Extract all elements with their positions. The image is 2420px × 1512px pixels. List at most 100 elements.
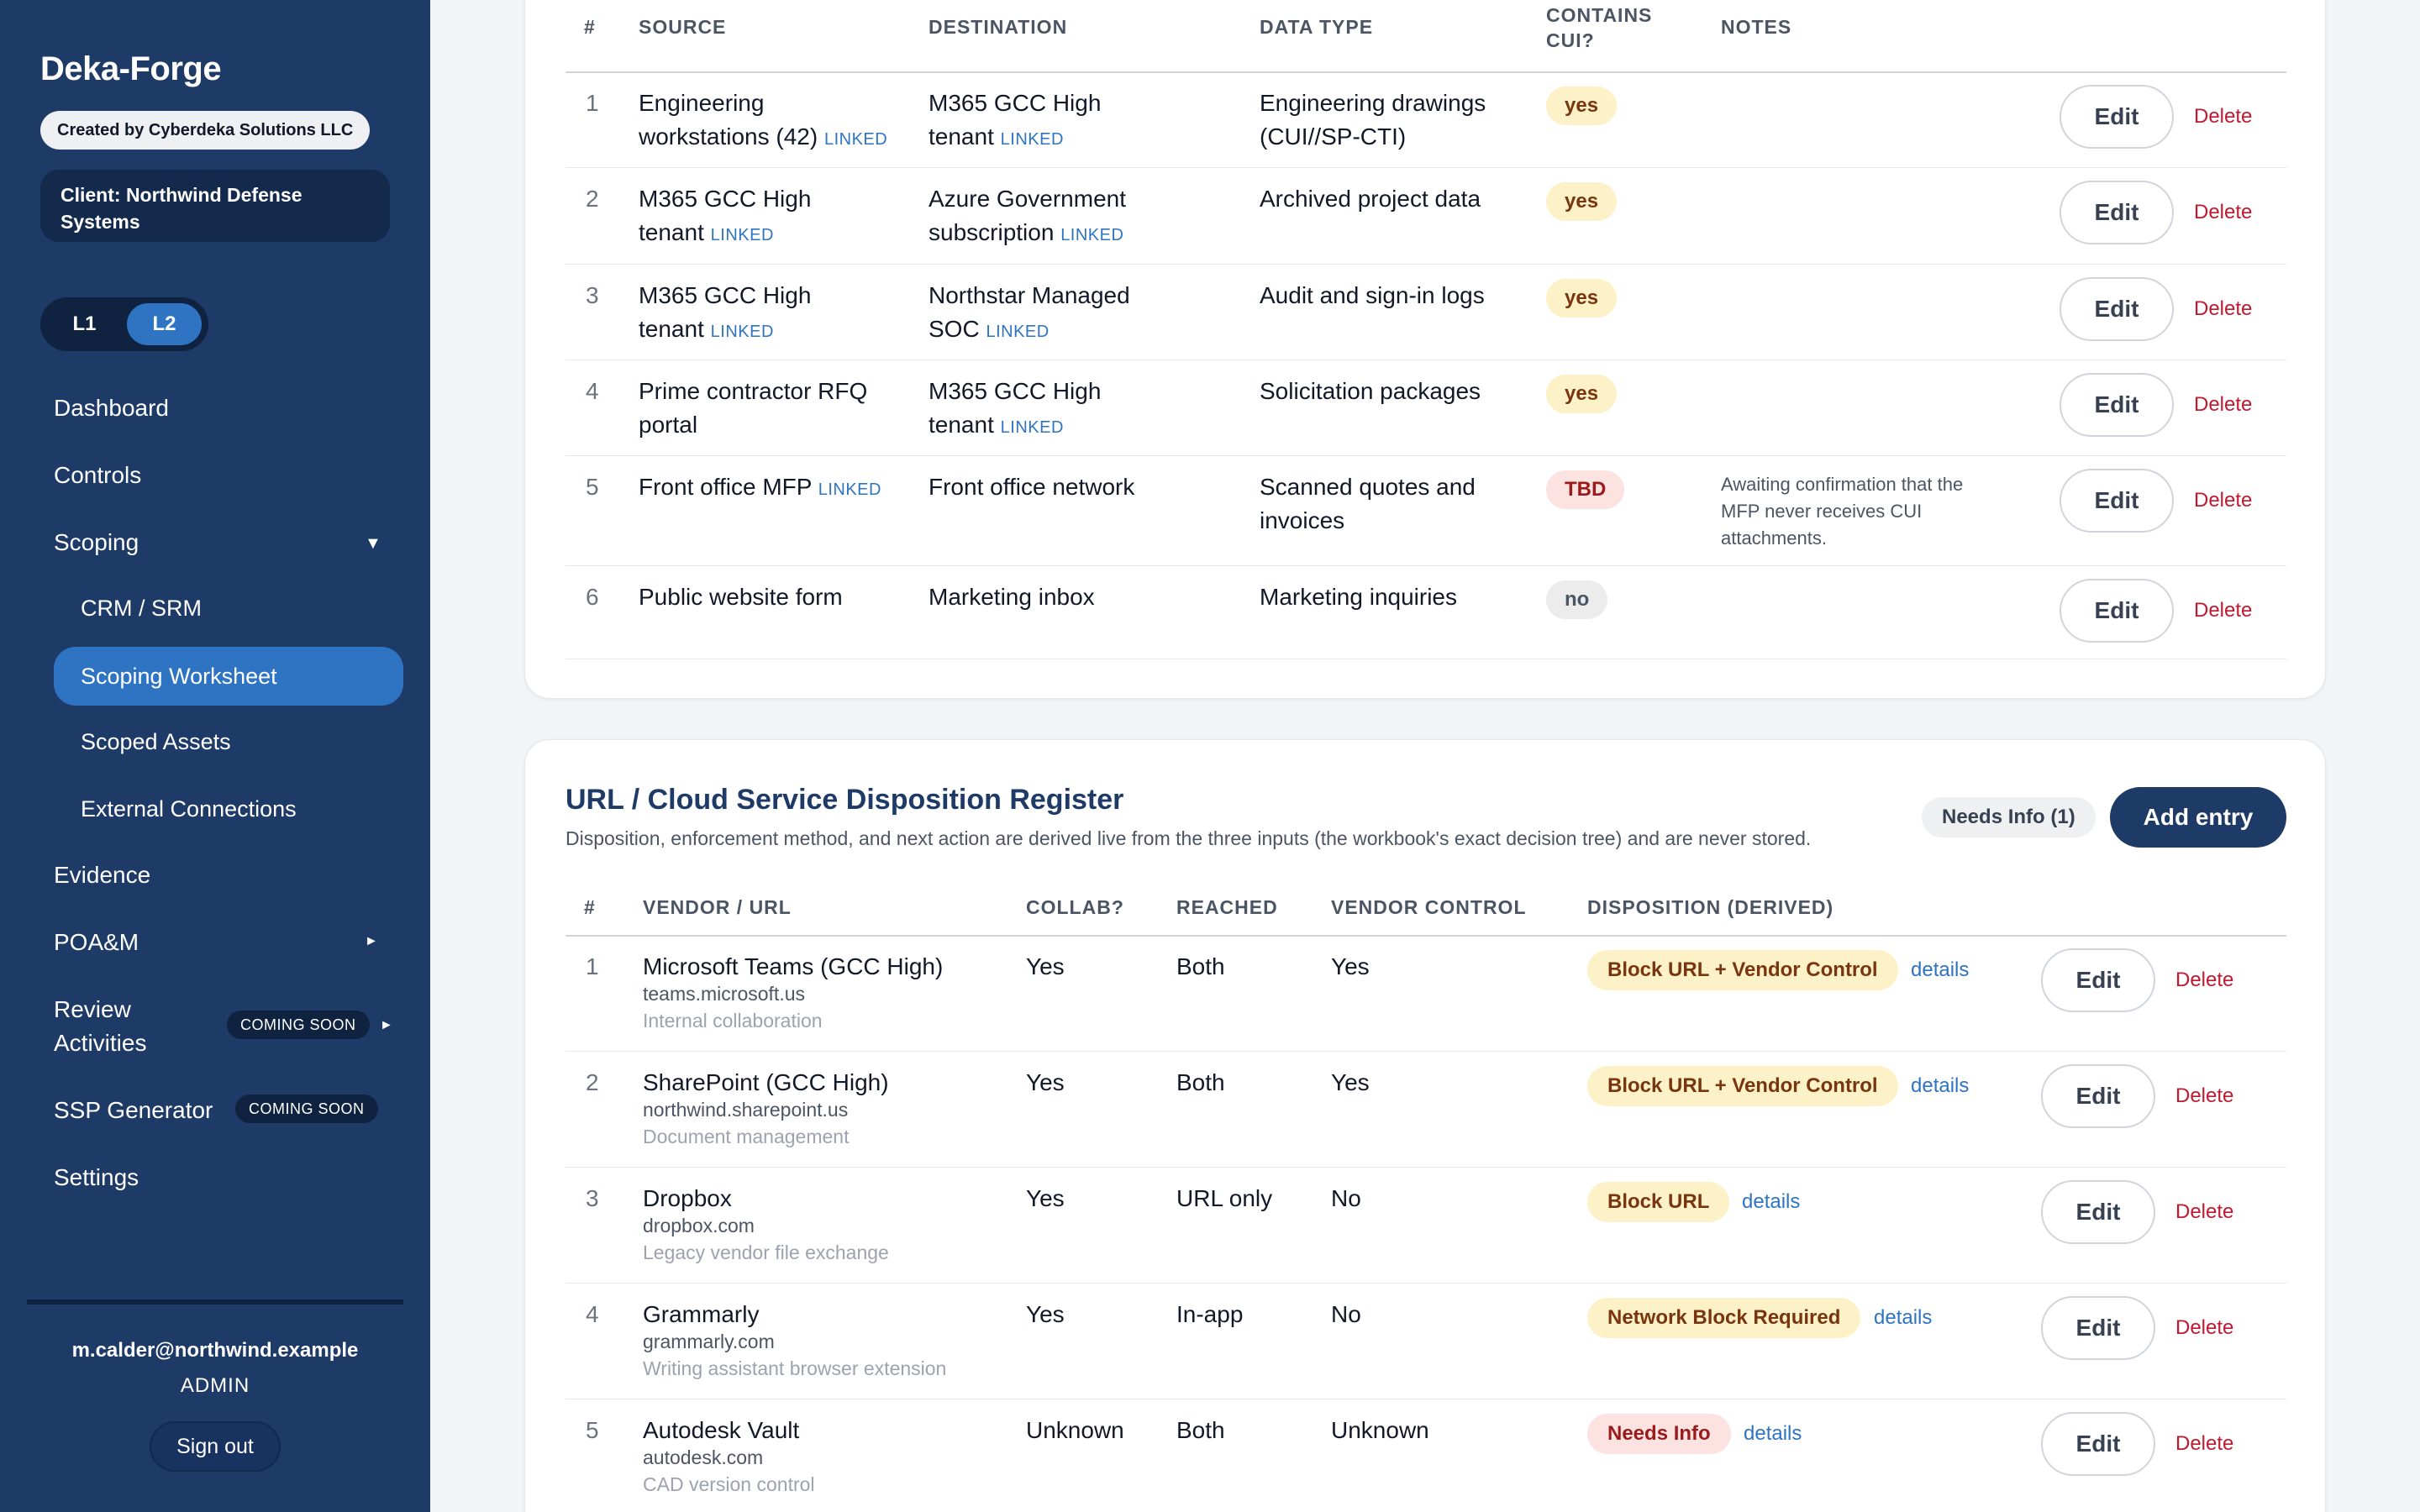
edit-button[interactable]: Edit xyxy=(2060,181,2174,244)
edit-button[interactable]: Edit xyxy=(2041,1064,2155,1128)
flow-source-line1: Engineering xyxy=(639,90,765,116)
vendor-name: SharePoint (GCC High) xyxy=(643,1069,889,1095)
nav-crm-srm[interactable]: CRM / SRM xyxy=(81,591,202,625)
linked-tag: LINKED xyxy=(1060,226,1124,244)
edit-button[interactable]: Edit xyxy=(2041,948,2155,1012)
col-header-notes: NOTES xyxy=(1721,16,1792,38)
cui-status-badge: no xyxy=(1546,580,1608,619)
col-header-vendor-control: VENDOR CONTROL xyxy=(1331,896,1527,918)
nav-settings[interactable]: Settings xyxy=(54,1161,139,1194)
flow-data-type-line1: Scanned quotes and xyxy=(1260,474,1476,500)
nav-dashboard[interactable]: Dashboard xyxy=(54,391,169,425)
delete-button[interactable]: Delete xyxy=(2175,1084,2233,1109)
disposition-badge: Needs Info xyxy=(1587,1414,1731,1454)
flow-destination: Marketing inbox xyxy=(929,584,1095,610)
sidebar-divider xyxy=(27,1299,403,1305)
nav-poam[interactable]: POA&M xyxy=(54,926,139,959)
details-link[interactable]: details xyxy=(1742,1182,1800,1222)
delete-button[interactable]: Delete xyxy=(2194,297,2252,322)
details-link[interactable]: details xyxy=(1911,1066,1969,1106)
add-entry-button[interactable]: Add entry xyxy=(2110,787,2286,848)
level-l2-button[interactable]: L2 xyxy=(127,303,202,345)
delete-button[interactable]: Delete xyxy=(2175,1431,2233,1457)
flow-destination: Azure Government subscription LINKED xyxy=(929,182,1126,252)
collab-value: Yes xyxy=(1026,1069,1065,1095)
nav-scoped-assets[interactable]: Scoped Assets xyxy=(81,725,231,759)
flow-destination-line2: subscription LINKED xyxy=(929,216,1126,252)
details-link[interactable]: details xyxy=(1744,1414,1802,1454)
linked-tag: LINKED xyxy=(1000,418,1064,437)
details-link[interactable]: details xyxy=(1911,950,1969,990)
client-selector[interactable]: Client: Northwind Defense Systems xyxy=(40,170,390,242)
vendor-description: Internal collaboration xyxy=(643,1010,823,1032)
flow-destination-line1: M365 GCC High xyxy=(929,378,1102,404)
flow-note: Awaiting confirmation that the MFP never… xyxy=(1721,471,1963,552)
nav-controls[interactable]: Controls xyxy=(54,459,141,492)
edit-button[interactable]: Edit xyxy=(2060,85,2174,149)
needs-info-filter[interactable]: Needs Info (1) xyxy=(1922,797,2096,837)
sidebar: Deka-Forge Created by Cyberdeka Solution… xyxy=(0,0,430,1512)
nav-external-connections[interactable]: External Connections xyxy=(81,792,297,826)
nav-ssp-generator[interactable]: SSP Generator xyxy=(54,1094,213,1127)
delete-button[interactable]: Delete xyxy=(2175,1200,2233,1225)
flow-data-type-line2: (CUI//SP-CTI) xyxy=(1260,123,1407,150)
flow-data-type-line2: invoices xyxy=(1260,507,1345,533)
nav-evidence[interactable]: Evidence xyxy=(54,858,150,892)
level-l1-button[interactable]: L1 xyxy=(47,303,122,345)
linked-tag: LINKED xyxy=(1000,130,1064,149)
nav-scoping-worksheet[interactable]: Scoping Worksheet xyxy=(54,647,403,706)
vendor-description: CAD version control xyxy=(643,1473,815,1495)
vendor-url: northwind.sharepoint.us xyxy=(643,1099,849,1121)
sign-out-button[interactable]: Sign out xyxy=(150,1421,281,1472)
flow-destination-line1: M365 GCC High xyxy=(929,90,1102,116)
delete-button[interactable]: Delete xyxy=(2194,488,2252,513)
delete-button[interactable]: Delete xyxy=(2194,598,2252,623)
flow-source-line1: Prime contractor RFQ xyxy=(639,378,868,404)
nav-review-activities[interactable]: Review Activities xyxy=(54,993,146,1060)
linked-tag: LINKED xyxy=(710,226,774,244)
collab-value: Yes xyxy=(1026,1301,1065,1327)
chevron-right-icon[interactable]: ► xyxy=(380,1018,393,1033)
flow-source-text: tenant xyxy=(639,219,704,245)
nav-scoping[interactable]: Scoping xyxy=(54,526,139,559)
flow-source: Public website form xyxy=(639,584,843,610)
chevron-right-icon[interactable]: ► xyxy=(365,934,378,949)
vendor-description: Document management xyxy=(643,1126,850,1147)
details-link[interactable]: details xyxy=(1874,1298,1932,1338)
edit-button[interactable]: Edit xyxy=(2060,469,2174,533)
linked-tag: LINKED xyxy=(986,323,1050,341)
edit-button[interactable]: Edit xyxy=(2041,1296,2155,1360)
flow-destination-line2: tenant LINKED xyxy=(929,120,1101,156)
edit-button[interactable]: Edit xyxy=(2060,373,2174,437)
delete-button[interactable]: Delete xyxy=(2194,104,2252,129)
delete-button[interactable]: Delete xyxy=(2194,200,2252,225)
vendor-name: Grammarly xyxy=(643,1301,760,1327)
flow-source: Engineering workstations (42) LINKED xyxy=(639,87,887,156)
delete-button[interactable]: Delete xyxy=(2175,1315,2233,1341)
flow-note-line3: attachments. xyxy=(1721,528,1827,549)
chevron-down-icon[interactable]: ▼ xyxy=(365,534,381,554)
flow-source-line2: tenant LINKED xyxy=(639,216,811,252)
flow-note-line1: Awaiting confirmation that the xyxy=(1721,474,1964,495)
linked-tag: LINKED xyxy=(818,480,881,499)
row-divider xyxy=(566,264,2286,265)
row-divider xyxy=(566,455,2286,456)
reached-value: Both xyxy=(1176,1069,1225,1095)
flow-source-line2: workstations (42) LINKED xyxy=(639,120,887,156)
col-header-reached: REACHED xyxy=(1176,896,1278,918)
disposition-badge: Block URL xyxy=(1587,1182,1730,1222)
edit-button[interactable]: Edit xyxy=(2060,277,2174,341)
vendor-url: autodesk.com xyxy=(643,1446,764,1468)
delete-button[interactable]: Delete xyxy=(2194,392,2252,417)
row-divider xyxy=(566,1283,2286,1284)
edit-button[interactable]: Edit xyxy=(2041,1180,2155,1244)
vendor-control-value: Unknown xyxy=(1331,1417,1429,1443)
row-number: 6 xyxy=(586,584,599,610)
flow-data-type: Engineering drawings (CUI//SP-CTI) xyxy=(1260,87,1486,154)
edit-button[interactable]: Edit xyxy=(2060,579,2174,643)
edit-button[interactable]: Edit xyxy=(2041,1412,2155,1476)
delete-button[interactable]: Delete xyxy=(2175,968,2233,993)
header-divider xyxy=(566,71,2286,73)
row-number: 2 xyxy=(586,186,599,212)
coming-soon-badge: COMING SOON xyxy=(227,1011,370,1039)
